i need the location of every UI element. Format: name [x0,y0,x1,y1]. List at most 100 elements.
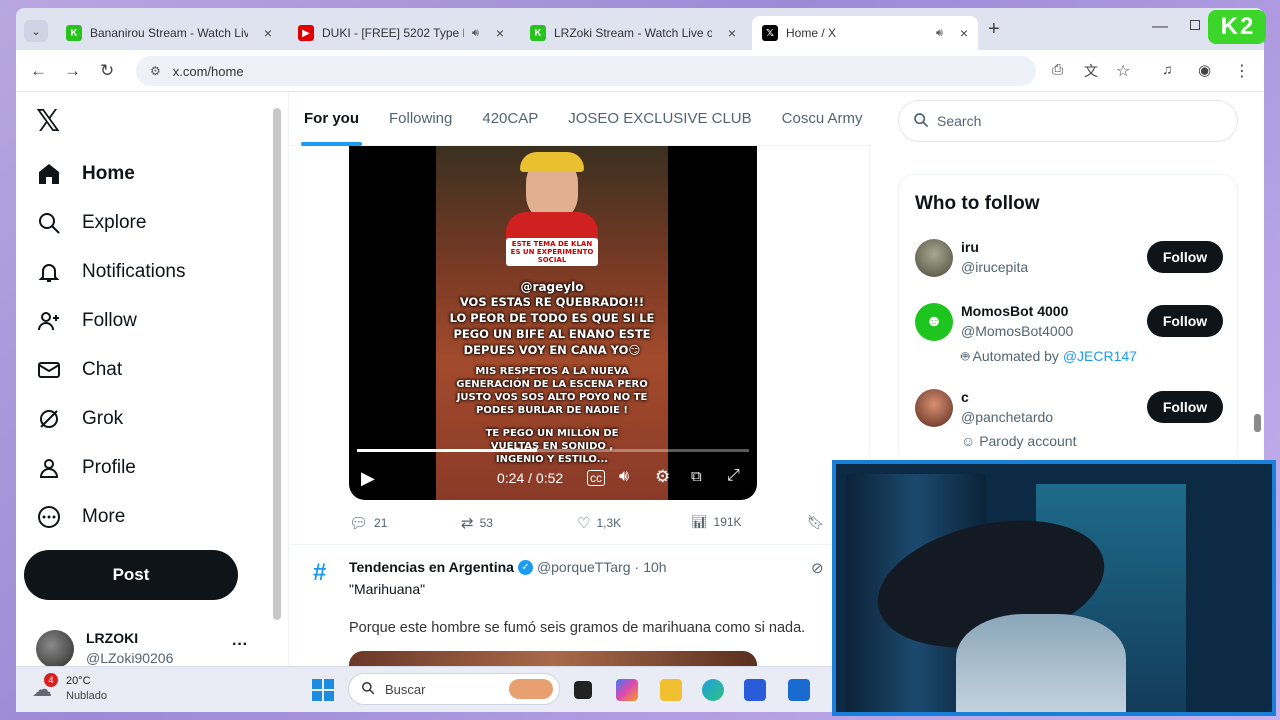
repost-button[interactable]: ⇄ 53 [461,514,493,532]
like-button[interactable]: ♡ 1,3K [577,514,621,532]
scrollbar[interactable] [273,108,281,620]
suggestion-name: MomosBot 4000 [961,303,1069,319]
tweet-media[interactable] [349,651,757,666]
sidebar-item-label: Notifications [82,261,186,282]
tab-joseo-exclusive-club[interactable]: JOSEO EXCLUSIVE CLUB [553,92,766,146]
video-caption-line: JUSTO VOS SOS ALTO POYO NO TE [456,392,648,403]
speaker-icon[interactable]: 🔊︎ [936,27,943,40]
file-explorer-icon[interactable] [660,679,682,701]
tweet-time[interactable]: 10h [643,559,666,575]
sidebar-item-notifications[interactable]: Notifications [36,252,186,292]
tab-420cap[interactable]: 420CAP [467,92,553,146]
tweet-dot: · [634,559,640,575]
parody-mask-icon: ☺ [961,433,976,449]
sidebar-item-home[interactable]: Home [36,154,135,194]
outlook-icon[interactable] [788,679,810,701]
close-icon[interactable]: × [728,25,736,41]
sidebar-item-label: Home [82,163,135,184]
bookmark-button[interactable]: 🔖︎ [807,514,825,531]
follow-suggestion[interactable]: c @panchetardo ☺ Parody account Follow [915,389,1227,449]
close-icon[interactable]: × [264,25,272,41]
taskbar-search[interactable]: Buscar [348,673,560,705]
store-icon[interactable] [744,679,766,701]
tab-coscu-army[interactable]: Coscu Army [767,92,878,146]
follow-suggestion[interactable]: iru @irucepita Follow [915,239,1227,299]
x-logo-icon[interactable]: 𝕏 [36,104,60,139]
reload-icon[interactable]: ↻ [100,61,114,81]
repost-icon: ⇄ [461,515,474,532]
forward-icon[interactable]: → [64,61,81,81]
video-caption-line: PEGO UN BIFE AL ENANO ESTE [453,327,651,341]
browser-tab-duki[interactable]: ▶ DUKI - [FREE] 5202 Type Be 🔊︎ × [288,16,514,50]
video-player[interactable]: ESTE TEMA DE KLAN ES UN EXPERIMENTO SOCI… [349,146,757,500]
tab-for-you[interactable]: For you [289,92,374,146]
captions-icon[interactable]: cc [587,470,605,486]
tweet-quote: "Marihuana" [349,581,426,597]
parody-text: Parody account [979,433,1077,449]
start-button[interactable] [312,679,334,701]
menu-icon[interactable]: ⋮ [1234,61,1250,81]
video-caption-line: DEPUES VOY EN CANA YO😏 [463,343,641,357]
tweet[interactable]: # Tendencias en Argentina ✓ @porqueTTarg… [289,544,871,666]
new-tab-button[interactable]: + [988,18,1000,41]
video-caption-line: PODES BURLAR DE NADIE ! [476,405,628,416]
weather-temp: 20°C [66,675,91,687]
tab-underline [301,141,362,146]
tweet-author[interactable]: Tendencias en Argentina [349,559,514,575]
address-bar[interactable]: ⚙ x.com/home [136,56,1036,86]
close-icon[interactable]: × [496,25,504,41]
profile-icon[interactable]: ◉ [1198,61,1211,79]
automated-text: Automated by [972,348,1063,364]
follow-button[interactable]: Follow [1147,305,1223,337]
mail-icon [36,357,62,383]
follow-button[interactable]: Follow [1147,391,1223,423]
browser-tab-lrzoki[interactable]: K LRZoki Stream - Watch Live on × [520,16,746,50]
sidebar-item-explore[interactable]: Explore [36,203,146,243]
play-icon[interactable]: ▶ [361,468,375,489]
weather-widget[interactable]: ☁ 4 20°C Nublado [32,673,152,707]
url-text[interactable]: x.com/home [173,64,244,79]
translate-icon[interactable]: 文 [1084,61,1098,81]
tab-following[interactable]: Following [374,92,467,146]
bookmark-star-icon[interactable]: ☆ [1116,61,1130,81]
search-input[interactable]: Search [898,100,1238,142]
browser-tab-bananirou[interactable]: K Bananirou Stream - Watch Live × [56,16,282,50]
fullscreen-icon[interactable]: ⤢ [727,467,740,485]
edge-icon[interactable] [702,679,724,701]
tweet-handle[interactable]: @porqueTTarg [537,559,631,575]
browser-tab-x-home[interactable]: 𝕏 Home / X 🔊︎ × [752,16,978,50]
volume-icon[interactable]: 🔊︎ [619,468,629,486]
account-menu-icon[interactable]: ··· [232,636,248,654]
tab-search-button[interactable]: ⌄ [24,20,48,42]
account-switcher[interactable]: LRZOKI @LZoki90206 ··· [36,628,256,666]
reply-button[interactable]: 💬︎ 21 [349,514,387,532]
minimize-icon[interactable]: — [1152,18,1168,36]
settings-gear-icon[interactable]: ⚙ [655,467,670,487]
sidebar-item-profile[interactable]: Profile [36,448,136,488]
sidebar-item-grok[interactable]: Grok [36,399,123,439]
restore-icon[interactable] [1190,20,1200,30]
sidebar-item-more[interactable]: More [36,497,125,537]
sidebar-item-chat[interactable]: Chat [36,350,122,390]
views-button[interactable]: 📊︎ 191K [691,514,742,530]
automated-by-link[interactable]: @JECR147 [1063,348,1137,364]
follow-suggestion[interactable]: ☻ MomosBot 4000 @MomosBot4000 🤖︎ Automat… [915,303,1227,364]
copilot-icon[interactable] [616,679,638,701]
media-controls-icon[interactable]: ♫ [1162,61,1173,77]
video-frame: ESTE TEMA DE KLAN ES UN EXPERIMENTO SOCI… [436,146,668,500]
close-icon[interactable]: × [960,25,968,41]
install-icon[interactable]: ⎙ [1052,61,1063,78]
task-view-icon[interactable] [574,681,592,699]
picture-in-picture-icon[interactable]: ⧉ [691,468,702,485]
back-icon[interactable]: ← [30,61,47,81]
speaker-icon[interactable]: 🔊︎ [472,27,479,40]
grok-icon[interactable]: ⊘ [811,559,824,577]
site-info-icon[interactable]: ⚙ [150,64,161,78]
video-progress-bar[interactable] [357,449,749,452]
follow-button[interactable]: Follow [1147,241,1223,273]
post-button[interactable]: Post [24,550,238,600]
sidebar-item-follow[interactable]: Follow [36,301,137,341]
tab-label: Coscu Army [781,110,863,127]
left-sidebar: 𝕏 Home Explore Notifications Follow Chat… [16,92,271,666]
scrollbar[interactable] [1254,414,1261,432]
